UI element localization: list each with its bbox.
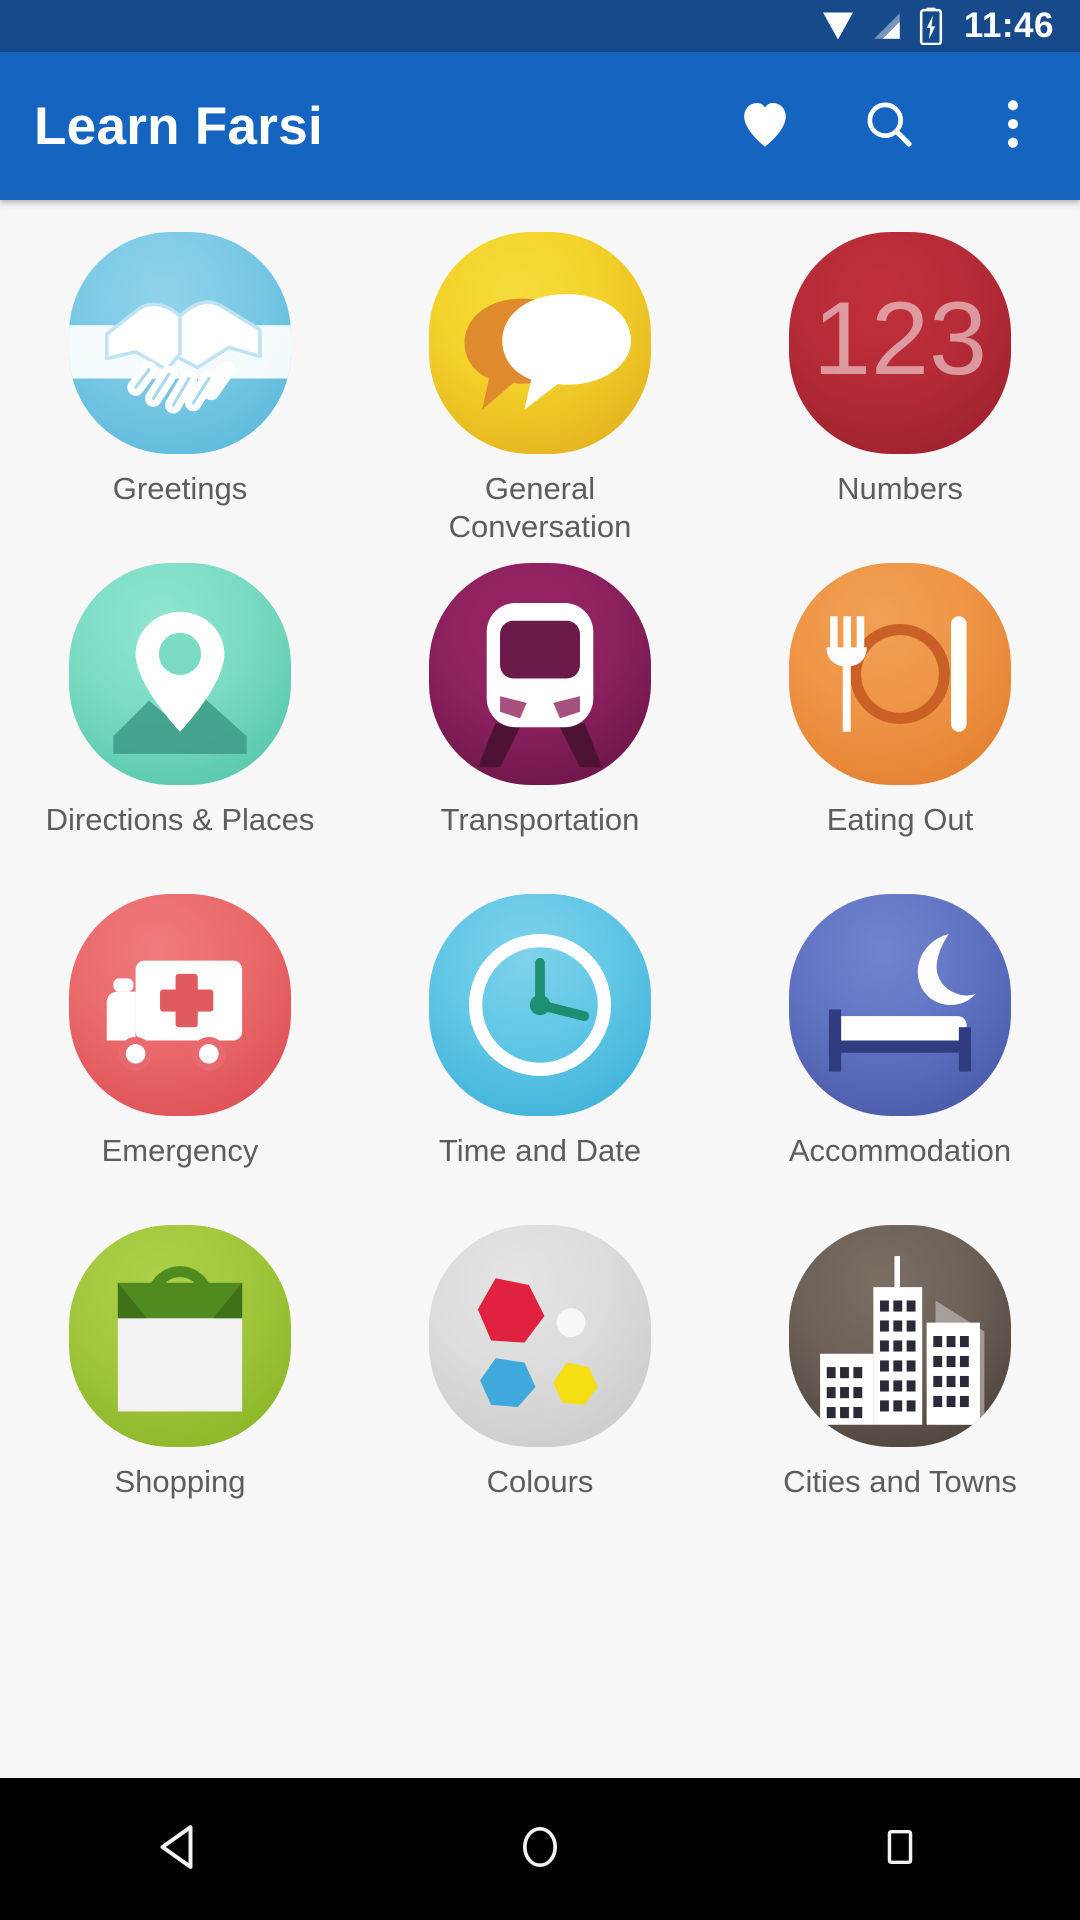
- city-skyline-icon: [789, 1225, 1011, 1447]
- category-label: Shopping: [114, 1464, 246, 1499]
- category-tile-directions-places[interactable]: Directions & Places: [0, 553, 360, 884]
- square-recents-icon: [877, 1824, 923, 1875]
- triangle-back-icon: [152, 1819, 208, 1880]
- category-tile-transportation[interactable]: Transportation: [360, 553, 720, 884]
- recents-button[interactable]: [830, 1778, 970, 1920]
- category-label: Greetings: [112, 471, 248, 506]
- speech-bubbles-icon: [429, 232, 651, 454]
- handshake-icon: [69, 232, 291, 454]
- category-label: Emergency: [101, 1133, 259, 1168]
- signal-icon: [870, 9, 904, 43]
- status-bar: 11:46: [0, 0, 1080, 52]
- category-label: Numbers: [837, 471, 963, 506]
- svg-text:123: 123: [813, 281, 987, 397]
- map-pin-icon: [69, 563, 291, 785]
- search-icon: [861, 96, 917, 157]
- category-label: Transportation: [440, 802, 640, 837]
- shopping-bag-icon: [69, 1225, 291, 1447]
- status-time: 11:46: [963, 6, 1054, 45]
- category-tile-colours[interactable]: Colours: [360, 1215, 720, 1546]
- category-tile-eating-out[interactable]: Eating Out: [720, 553, 1080, 884]
- category-grid-container: Greetings General Conversation 123 Numbe…: [0, 200, 1080, 1778]
- category-label: Time and Date: [438, 1133, 642, 1168]
- ambulance-icon: [69, 894, 291, 1116]
- search-button[interactable]: [856, 93, 922, 159]
- app-bar: Learn Farsi: [0, 52, 1080, 200]
- clock-icon: [429, 894, 651, 1116]
- category-label: Cities and Towns: [783, 1464, 1017, 1499]
- category-tile-time-and-date[interactable]: Time and Date: [360, 884, 720, 1215]
- circle-home-icon: [514, 1821, 566, 1878]
- battery-charging-icon: [918, 7, 944, 45]
- category-tile-cities-and-towns[interactable]: Cities and Towns: [720, 1215, 1080, 1546]
- bed-moon-icon: [789, 894, 1011, 1116]
- category-label: General Conversation: [448, 471, 632, 544]
- category-label: Directions & Places: [45, 802, 315, 837]
- category-grid: Greetings General Conversation 123 Numbe…: [0, 222, 1080, 1546]
- heart-icon: [736, 95, 794, 158]
- category-tile-numbers[interactable]: 123 Numbers: [720, 222, 1080, 553]
- page-title: Learn Farsi: [34, 96, 324, 156]
- home-button[interactable]: [470, 1778, 610, 1920]
- category-tile-emergency[interactable]: Emergency: [0, 884, 360, 1215]
- category-label: Accommodation: [788, 1133, 1012, 1168]
- app-bar-actions: [732, 93, 1046, 159]
- system-navigation-bar: [0, 1778, 1080, 1920]
- category-tile-shopping[interactable]: Shopping: [0, 1215, 360, 1546]
- category-label: Eating Out: [826, 802, 974, 837]
- category-tile-greetings[interactable]: Greetings: [0, 222, 360, 553]
- category-tile-accommodation[interactable]: Accommodation: [720, 884, 1080, 1215]
- one-two-three-icon: 123: [789, 232, 1011, 454]
- train-icon: [429, 563, 651, 785]
- category-tile-general-conversation[interactable]: General Conversation: [360, 222, 720, 553]
- back-button[interactable]: [110, 1778, 250, 1920]
- category-label: Colours: [486, 1464, 594, 1499]
- wifi-icon: [820, 8, 856, 44]
- cutlery-plate-icon: [789, 563, 1011, 785]
- colour-swatches-icon: [429, 1225, 651, 1447]
- overflow-menu-button[interactable]: [980, 93, 1046, 159]
- favourites-button[interactable]: [732, 93, 798, 159]
- more-vertical-icon: [991, 96, 1035, 157]
